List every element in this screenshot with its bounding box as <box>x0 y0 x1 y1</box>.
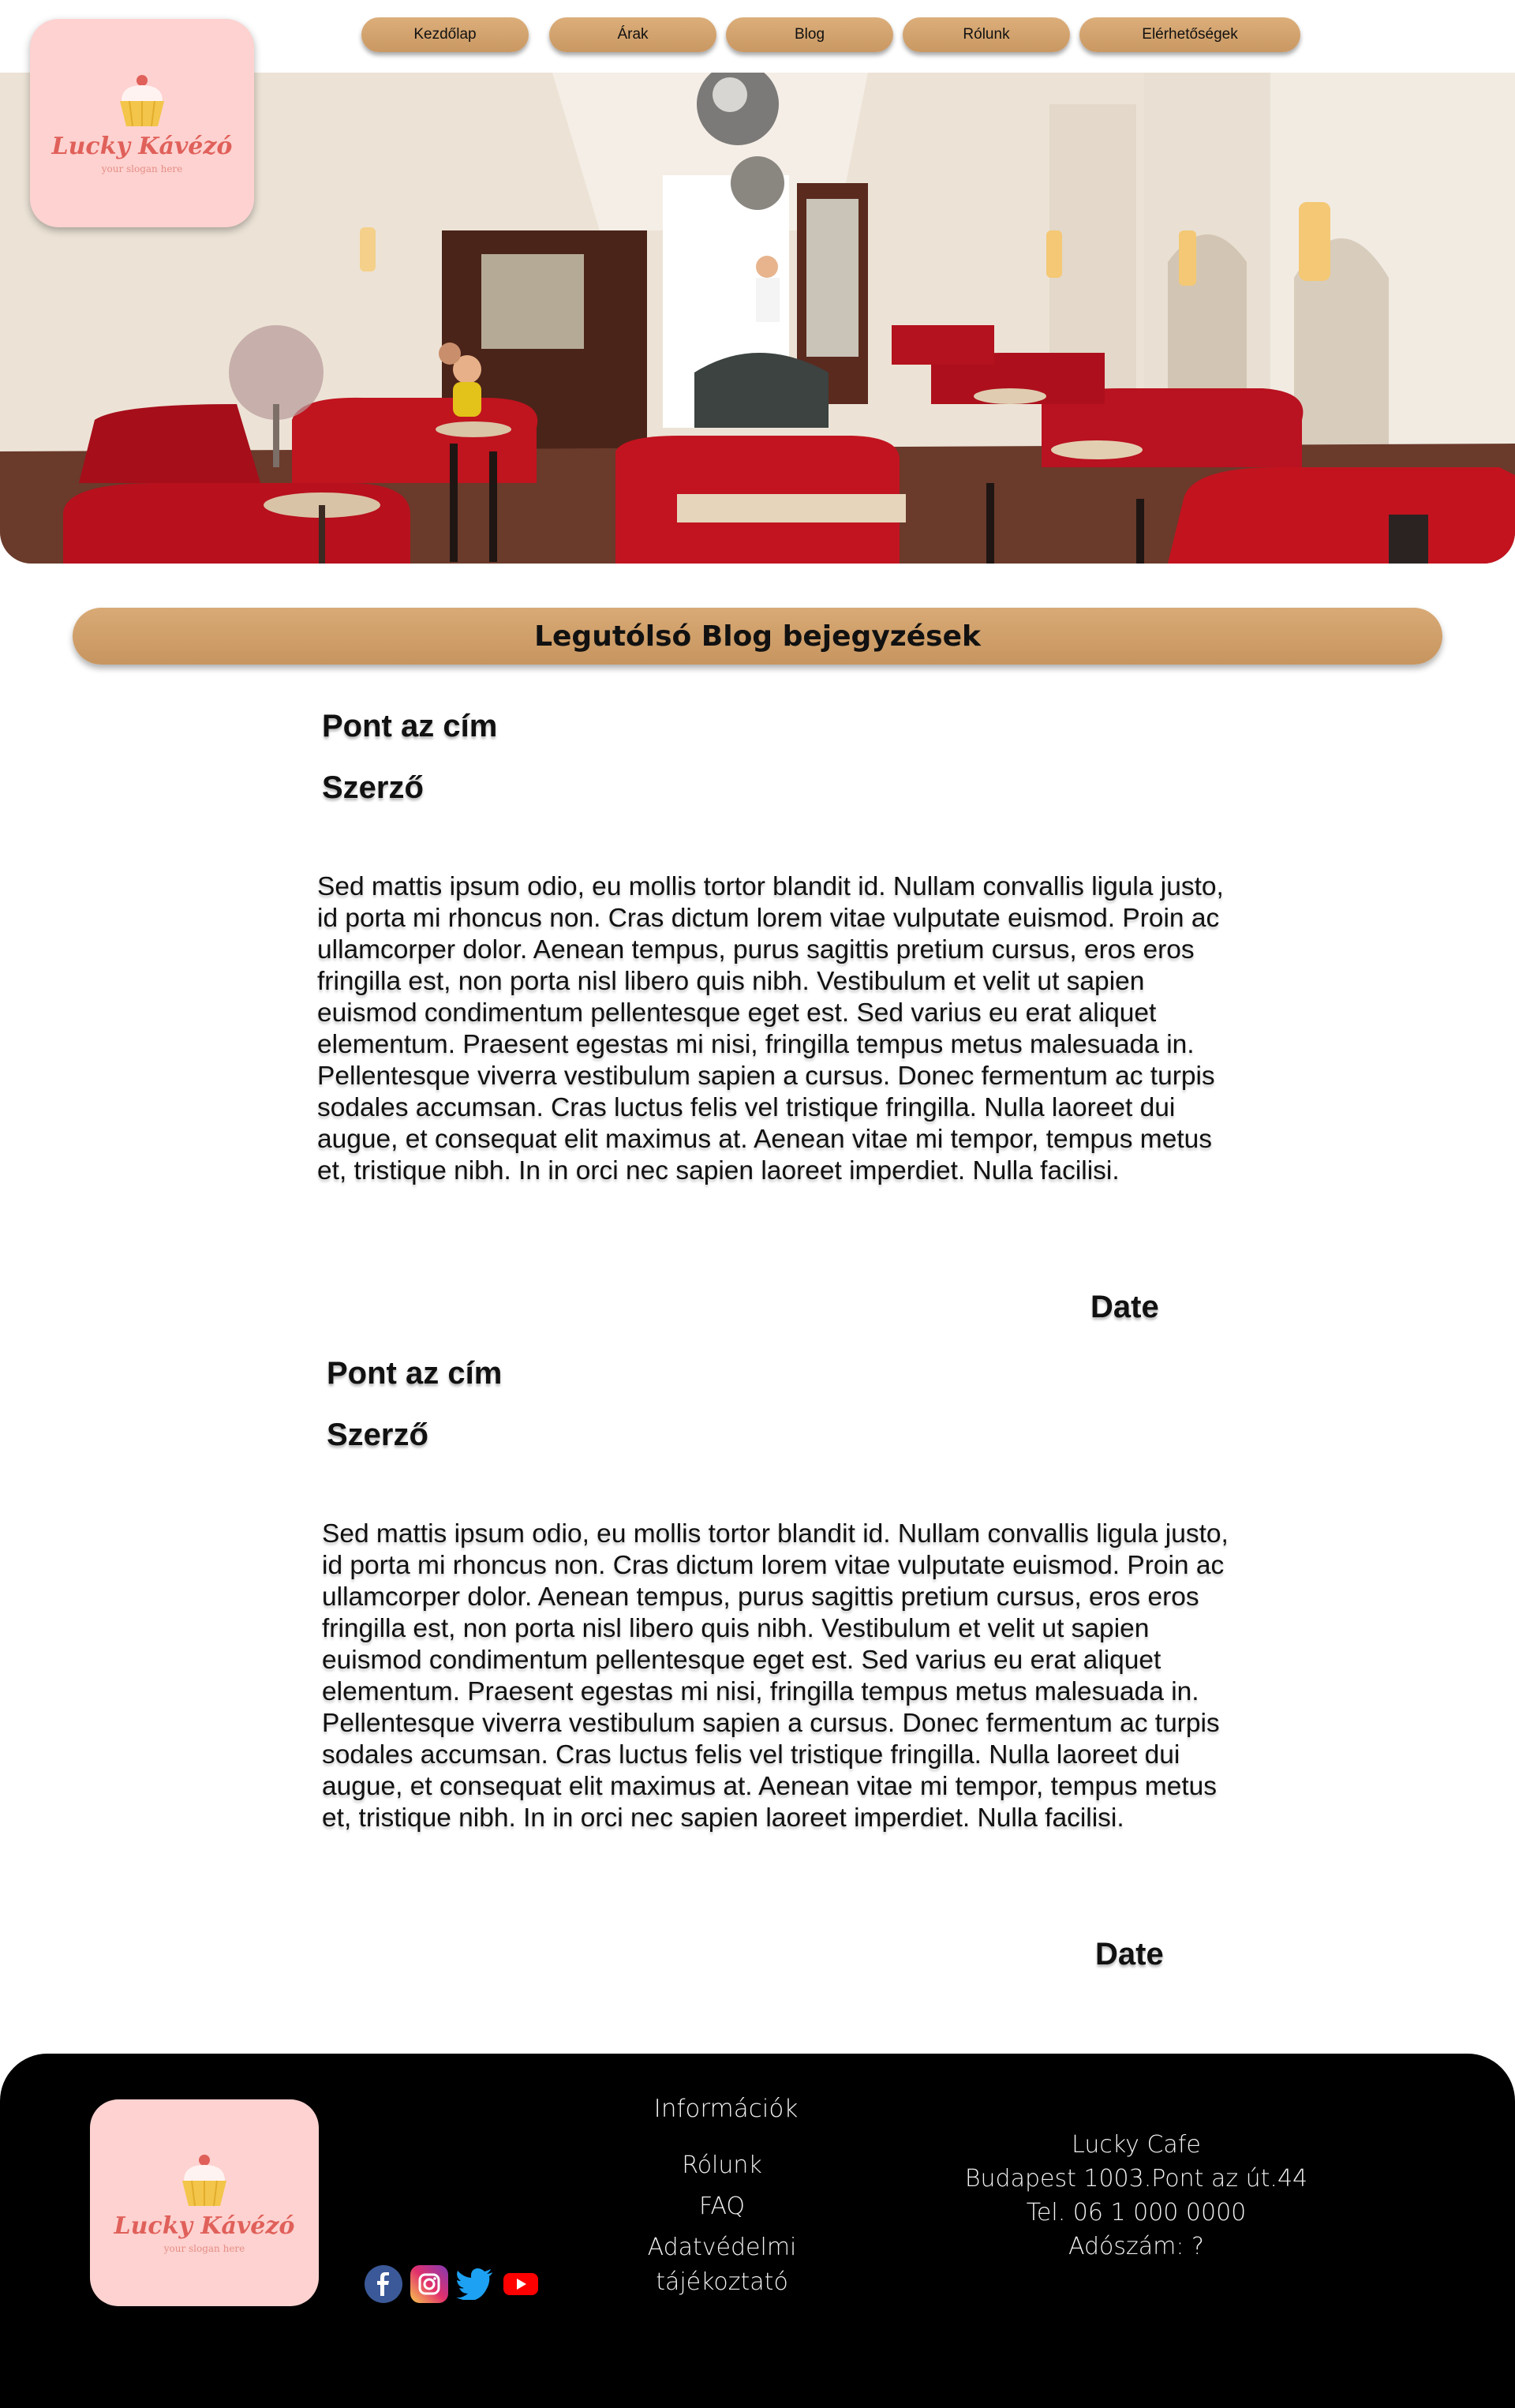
twitter-icon[interactable] <box>456 2265 494 2303</box>
social-links <box>365 2265 540 2303</box>
nav-about-button[interactable]: Rólunk <box>903 17 1070 52</box>
cupcake-icon <box>182 2154 226 2206</box>
footer-link-faq[interactable]: FAQ <box>608 2189 836 2224</box>
facebook-icon[interactable] <box>365 2265 402 2303</box>
instagram-icon[interactable] <box>410 2265 448 2303</box>
post-author: Szerző <box>327 1417 428 1452</box>
footer-link-privacy-cont[interactable]: tájékoztató <box>608 2265 836 2300</box>
post-date: Date <box>1095 1937 1164 1972</box>
footer-info-title: Információk <box>653 2095 799 2123</box>
nav-blog-button[interactable]: Blog <box>726 17 893 52</box>
post-author: Szerző <box>322 770 424 805</box>
footer-contact: Lucky Cafe Budapest 1003.Pont az út.44 T… <box>907 2128 1365 2264</box>
contact-phone: Tel. 06 1 000 0000 <box>1026 2199 1247 2226</box>
footer-link-about[interactable]: Rólunk <box>608 2148 836 2183</box>
contact-address: Budapest 1003.Pont az út.44 <box>964 2165 1308 2193</box>
cupcake-icon <box>120 74 164 126</box>
contact-tax: Adószám: ? <box>1068 2233 1204 2260</box>
logo-slogan: your slogan here <box>163 2242 245 2254</box>
footer-info-links: Rólunk FAQ Adatvédelmi tájékoztató <box>608 2148 836 2300</box>
nav-prices-button[interactable]: Árak <box>549 17 716 52</box>
logo[interactable]: Lucky Kávézó your slogan here <box>30 19 254 227</box>
logo-name: Lucky Kávézó <box>114 2211 295 2240</box>
post-date: Date <box>1090 1290 1159 1324</box>
footer-link-privacy[interactable]: Adatvédelmi <box>608 2230 836 2265</box>
post-body: Sed mattis ipsum odio, eu mollis tortor … <box>317 872 1224 1185</box>
footer-logo[interactable]: Lucky Kávézó your slogan here <box>90 2099 319 2306</box>
youtube-icon[interactable] <box>502 2265 540 2303</box>
post-title[interactable]: Pont az cím <box>322 709 497 744</box>
nav-home-button[interactable]: Kezdőlap <box>361 17 529 52</box>
logo-name: Lucky Kávézó <box>51 132 233 160</box>
contact-name: Lucky Cafe <box>1072 2131 1201 2159</box>
post-title[interactable]: Pont az cím <box>327 1356 502 1391</box>
post-body: Sed mattis ipsum odio, eu mollis tortor … <box>322 1519 1229 1833</box>
logo-slogan: your slogan here <box>101 163 183 174</box>
nav-contact-button[interactable]: Elérhetőségek <box>1079 17 1300 52</box>
section-title: Legutólsó Blog bejegyzések <box>73 608 1442 665</box>
